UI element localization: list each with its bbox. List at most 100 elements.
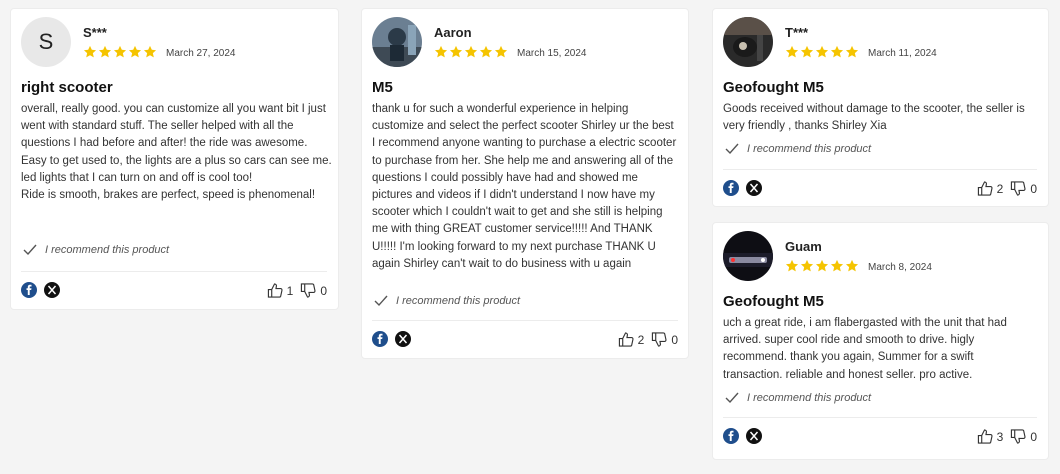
avatar bbox=[723, 231, 773, 281]
review-card: T*** March 11, 2024 Geofought M5 Goods r… bbox=[712, 8, 1049, 207]
reviewer-name: Aaron bbox=[434, 25, 472, 40]
thumbs-down-count: 0 bbox=[1030, 429, 1037, 444]
star-icon bbox=[98, 45, 112, 58]
review-card: Aaron March 15, 2024 M5 thank u for such… bbox=[361, 8, 689, 359]
reviewer-name: T*** bbox=[785, 25, 809, 40]
check-icon bbox=[725, 143, 739, 155]
review-body: overall, really good. you can customize … bbox=[21, 103, 332, 202]
avatar-initial: S bbox=[38, 29, 54, 54]
star-rating bbox=[785, 259, 859, 273]
x-icon[interactable] bbox=[746, 180, 762, 196]
helpful-votes: 2 0 bbox=[977, 180, 1037, 197]
star-rating bbox=[785, 45, 859, 59]
avatar bbox=[723, 17, 773, 67]
review-header: S S*** March 27, 2024 bbox=[21, 17, 341, 69]
review-title: right scooter bbox=[21, 79, 113, 96]
check-icon bbox=[725, 392, 739, 404]
share-links bbox=[21, 282, 60, 298]
reviewer-name: Guam bbox=[785, 239, 822, 254]
facebook-icon[interactable] bbox=[21, 282, 37, 298]
review-header: T*** March 11, 2024 bbox=[723, 17, 1043, 69]
star-icon bbox=[845, 45, 859, 58]
facebook-icon[interactable] bbox=[723, 180, 739, 196]
review-footer: 1 0 bbox=[21, 271, 327, 298]
share-links bbox=[372, 331, 411, 347]
reviewer-name: S*** bbox=[83, 25, 107, 40]
recommend-label: I recommend this product bbox=[45, 244, 170, 256]
review-date: March 27, 2024 bbox=[166, 48, 236, 59]
star-rating bbox=[434, 45, 508, 59]
review-date: March 11, 2024 bbox=[868, 48, 937, 59]
star-icon bbox=[815, 45, 829, 58]
star-icon bbox=[785, 259, 799, 272]
thumbs-down-button[interactable]: 0 bbox=[300, 282, 327, 299]
star-icon bbox=[113, 45, 127, 58]
recommend-label: I recommend this product bbox=[396, 295, 521, 307]
helpful-votes: 1 0 bbox=[267, 282, 327, 299]
thumbs-up-icon bbox=[618, 332, 634, 347]
star-icon bbox=[83, 45, 97, 58]
avatar-photo bbox=[723, 231, 773, 281]
star-icon bbox=[449, 45, 463, 58]
recommend-note: I recommend this product bbox=[725, 390, 871, 406]
thumbs-up-icon bbox=[267, 283, 283, 298]
review-body: thank u for such a wonderful experience … bbox=[372, 103, 677, 270]
review-header: Aaron March 15, 2024 bbox=[372, 17, 692, 69]
review-footer: 3 0 bbox=[723, 417, 1037, 444]
facebook-icon[interactable] bbox=[372, 331, 388, 347]
facebook-icon[interactable] bbox=[723, 428, 739, 444]
star-icon bbox=[128, 45, 142, 58]
star-icon bbox=[434, 45, 448, 58]
star-icon bbox=[845, 259, 859, 272]
x-icon[interactable] bbox=[746, 428, 762, 444]
thumbs-down-count: 0 bbox=[320, 283, 327, 298]
thumbs-up-icon bbox=[977, 181, 993, 196]
avatar: S bbox=[21, 17, 71, 67]
star-icon bbox=[815, 259, 829, 272]
avatar-photo bbox=[723, 17, 773, 67]
thumbs-up-button[interactable]: 3 bbox=[977, 428, 1004, 445]
review-title: Geofought M5 bbox=[723, 293, 824, 310]
thumbs-down-button[interactable]: 0 bbox=[1010, 428, 1037, 445]
thumbs-down-icon bbox=[1011, 181, 1026, 196]
avatar bbox=[372, 17, 422, 67]
thumbs-down-button[interactable]: 0 bbox=[651, 331, 678, 348]
review-header: Guam March 8, 2024 bbox=[723, 231, 1043, 283]
review-card: Guam March 8, 2024 Geofought M5 uch a gr… bbox=[712, 222, 1049, 460]
star-icon bbox=[830, 45, 844, 58]
share-links bbox=[723, 428, 762, 444]
check-icon bbox=[374, 295, 388, 307]
review-title: M5 bbox=[372, 79, 393, 96]
thumbs-up-button[interactable]: 2 bbox=[977, 180, 1003, 197]
thumbs-down-count: 0 bbox=[671, 332, 678, 347]
review-footer: 2 0 bbox=[723, 169, 1037, 196]
star-icon bbox=[830, 259, 844, 272]
thumbs-up-button[interactable]: 2 bbox=[618, 331, 644, 348]
review-date: March 8, 2024 bbox=[868, 262, 932, 273]
review-footer: 2 0 bbox=[372, 320, 678, 347]
recommend-note: I recommend this product bbox=[725, 141, 871, 157]
thumbs-down-icon bbox=[1011, 429, 1026, 444]
share-links bbox=[723, 180, 762, 196]
star-icon bbox=[800, 259, 814, 272]
thumbs-down-icon bbox=[652, 332, 667, 347]
thumbs-up-count: 1 bbox=[286, 283, 294, 298]
thumbs-up-count: 3 bbox=[996, 429, 1004, 444]
thumbs-up-button[interactable]: 1 bbox=[267, 282, 294, 299]
review-card: S S*** March 27, 2024 right scooter over… bbox=[10, 8, 339, 310]
helpful-votes: 2 0 bbox=[618, 331, 678, 348]
x-icon[interactable] bbox=[395, 331, 411, 347]
star-rating bbox=[83, 45, 157, 59]
star-icon bbox=[479, 45, 493, 58]
avatar-photo bbox=[372, 17, 422, 67]
review-date: March 15, 2024 bbox=[517, 48, 587, 59]
helpful-votes: 3 0 bbox=[977, 428, 1037, 445]
x-icon[interactable] bbox=[44, 282, 60, 298]
recommend-note: I recommend this product bbox=[23, 242, 169, 258]
recommend-note: I recommend this product bbox=[374, 293, 520, 309]
thumbs-up-icon bbox=[977, 429, 993, 444]
star-icon bbox=[800, 45, 814, 58]
star-icon bbox=[464, 45, 478, 58]
thumbs-down-button[interactable]: 0 bbox=[1010, 180, 1037, 197]
thumbs-down-icon bbox=[301, 283, 316, 298]
